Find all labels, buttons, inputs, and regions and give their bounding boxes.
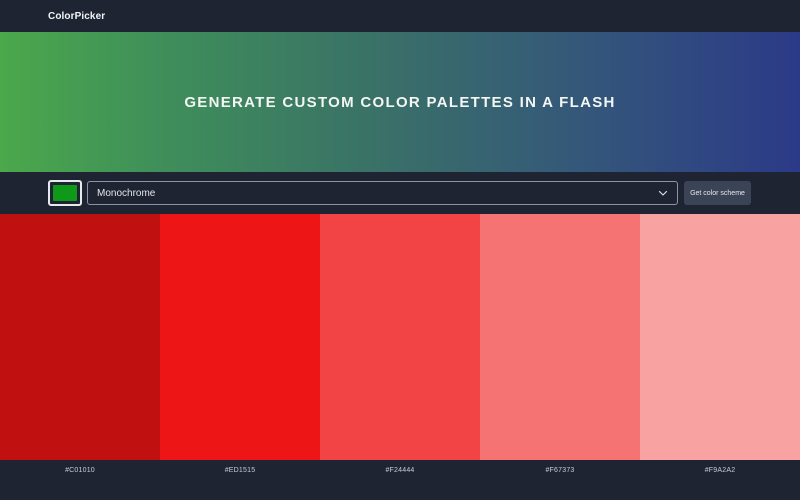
seed-color-picker[interactable]	[48, 180, 82, 206]
hex-label[interactable]: #C01010	[0, 460, 160, 500]
scheme-mode-value: Monochrome	[97, 187, 156, 199]
palette-swatch[interactable]	[480, 214, 640, 460]
hero-title: Generate custom color palettes in a flas…	[184, 93, 616, 111]
get-color-scheme-button[interactable]: Get color scheme	[684, 181, 751, 205]
hex-label[interactable]: #F24444	[320, 460, 480, 500]
hero-banner: Generate custom color palettes in a flas…	[0, 32, 800, 172]
hex-labels: #C01010 #ED1515 #F24444 #F67373 #F9A2A2	[0, 460, 800, 500]
palette-swatch[interactable]	[160, 214, 320, 460]
hex-label[interactable]: #F9A2A2	[640, 460, 800, 500]
hex-label[interactable]: #ED1515	[160, 460, 320, 500]
chevron-down-icon	[658, 190, 668, 196]
seed-color-swatch	[53, 185, 77, 201]
palette-swatch[interactable]	[640, 214, 800, 460]
hex-label[interactable]: #F67373	[480, 460, 640, 500]
scheme-mode-select[interactable]: Monochrome	[87, 181, 678, 205]
navbar: ColorPicker	[0, 0, 800, 32]
controls-bar: Monochrome Get color scheme	[0, 172, 800, 214]
palette-swatch[interactable]	[320, 214, 480, 460]
brand-logo[interactable]: ColorPicker	[48, 11, 105, 22]
palette-swatch[interactable]	[0, 214, 160, 460]
palette	[0, 214, 800, 460]
